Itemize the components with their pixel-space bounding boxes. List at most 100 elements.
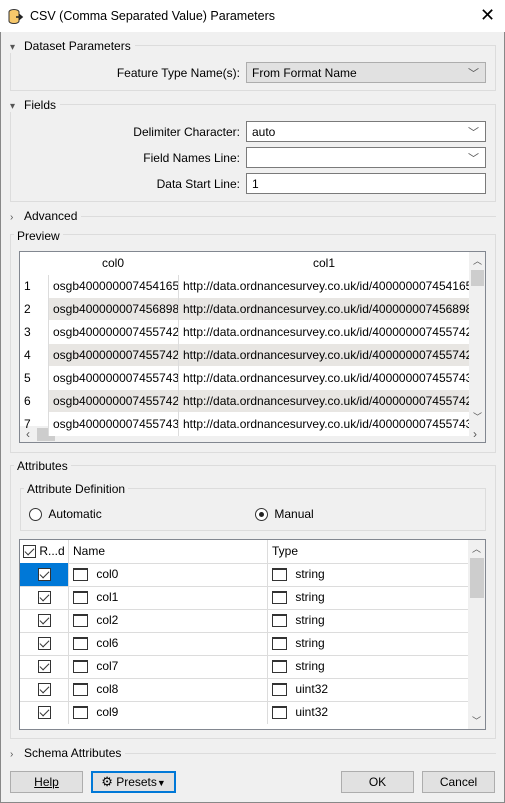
checkbox-checked-icon[interactable] xyxy=(38,660,51,674)
fields-header[interactable]: ▾ Fields xyxy=(10,98,61,112)
attribute-checkbox[interactable] xyxy=(20,586,69,609)
scroll-down-icon[interactable]: ﹀ xyxy=(473,410,482,423)
title-bar: CSV (Comma Separated Value) Parameters ✕ xyxy=(0,0,505,32)
attribute-checkbox[interactable] xyxy=(20,678,69,701)
attribute-name-cell[interactable]: col6 xyxy=(69,632,268,655)
attribute-name-cell[interactable]: col8 xyxy=(69,678,268,701)
help-button[interactable]: Help xyxy=(10,771,83,793)
divider xyxy=(120,753,496,754)
caret-down-icon: ▼ xyxy=(156,778,166,788)
data-start-input[interactable]: 1 xyxy=(246,173,486,194)
attribute-checkbox[interactable] xyxy=(20,609,69,632)
checkbox-checked-icon[interactable] xyxy=(23,545,36,559)
attribute-type-cell[interactable]: string xyxy=(268,609,468,632)
field-icon xyxy=(73,637,88,651)
radio-label: Manual xyxy=(274,507,314,521)
attribute-name: col0 xyxy=(96,567,119,581)
presets-button[interactable]: ⚙ Presets▼ xyxy=(91,771,176,793)
checkbox-checked-icon[interactable] xyxy=(38,683,51,697)
schema-attributes-header[interactable]: › Schema Attributes xyxy=(10,746,126,760)
scrollbar-thumb[interactable] xyxy=(471,270,484,286)
attribute-name: col9 xyxy=(96,705,119,719)
attribute-type-cell[interactable]: string xyxy=(268,655,468,678)
cell-col0: osgb4000000074557429 xyxy=(48,344,178,367)
close-icon[interactable]: ✕ xyxy=(480,5,495,26)
select-all-header[interactable]: R...d xyxy=(20,540,69,563)
chevron-right-icon: › xyxy=(10,749,14,760)
column-header[interactable]: col1 xyxy=(178,252,470,275)
section-label: Fields xyxy=(24,98,57,112)
combo-value: auto xyxy=(252,125,276,139)
type-icon xyxy=(272,683,287,697)
preview-table[interactable]: col0 col1 ︿ ﹀ ‹ › 1 osgb4000000074541653 h… xyxy=(19,251,486,443)
field-names-combo[interactable]: ﹀ xyxy=(246,147,486,168)
combo-value: From Format Name xyxy=(252,66,357,80)
feature-type-combo[interactable]: From Format Name ﹀ xyxy=(246,62,486,83)
vertical-scrollbar[interactable]: ︿ ﹀ xyxy=(469,252,485,426)
scroll-up-icon[interactable]: ︿ xyxy=(472,542,481,555)
divider xyxy=(75,216,496,217)
cancel-button[interactable]: Cancel xyxy=(422,771,495,793)
scroll-right-icon[interactable]: › xyxy=(473,427,477,441)
attribute-name-cell[interactable]: col1 xyxy=(69,586,268,609)
dataset-parameters-header[interactable]: ▾ Dataset Parameters xyxy=(10,39,135,53)
attribute-type-cell[interactable]: string xyxy=(268,563,468,586)
attribute-name-cell[interactable]: col2 xyxy=(69,609,268,632)
field-icon xyxy=(73,660,88,674)
attribute-type-cell[interactable]: uint32 xyxy=(268,701,468,724)
attribute-checkbox[interactable] xyxy=(20,655,69,678)
attribute-checkbox[interactable] xyxy=(20,701,69,724)
field-icon xyxy=(73,614,88,628)
attribute-type: uint32 xyxy=(295,705,329,719)
attribute-type: uint32 xyxy=(295,682,329,696)
cell-col0: osgb4000000074557431 xyxy=(48,367,178,390)
checkbox-checked-icon[interactable] xyxy=(38,706,51,720)
ok-button[interactable]: OK xyxy=(341,771,414,793)
attribute-type-cell[interactable]: string xyxy=(268,632,468,655)
attribute-checkbox[interactable] xyxy=(20,632,69,655)
checkbox-checked-icon[interactable] xyxy=(38,591,51,605)
row-number: 2 xyxy=(24,302,31,316)
attribute-name-cell[interactable]: col9 xyxy=(69,701,268,724)
row-number: 3 xyxy=(24,325,31,339)
vertical-scrollbar[interactable]: ︿ ﹀ xyxy=(468,540,485,729)
automatic-radio[interactable]: Automatic xyxy=(29,507,102,522)
chevron-down-icon: ﹀ xyxy=(468,153,479,165)
radio-label: Automatic xyxy=(48,507,102,521)
checkbox-checked-icon[interactable] xyxy=(38,637,51,651)
preview-header: Preview xyxy=(14,229,63,243)
column-header[interactable]: col0 xyxy=(48,252,178,275)
cell-col1: http://data.ordnancesurvey.co.uk/id/4000… xyxy=(178,298,469,321)
attribute-table[interactable]: R...d Name Type ︿ ﹀ col0 string col1 str… xyxy=(19,539,486,730)
field-icon xyxy=(73,591,88,605)
column-header[interactable]: Name xyxy=(69,540,268,563)
type-icon xyxy=(272,591,287,605)
chevron-down-icon: ▾ xyxy=(10,42,16,53)
type-icon xyxy=(272,706,287,720)
attribute-type-cell[interactable]: uint32 xyxy=(268,678,468,701)
scrollbar-thumb[interactable] xyxy=(470,558,484,598)
column-header[interactable]: Type xyxy=(268,540,468,563)
row-number: 1 xyxy=(24,279,31,293)
advanced-header[interactable]: › Advanced xyxy=(10,209,82,223)
manual-radio[interactable]: Manual xyxy=(255,507,314,522)
checkbox-checked-icon[interactable] xyxy=(38,614,51,628)
attribute-type-cell[interactable]: string xyxy=(268,586,468,609)
cell-col1: http://data.ordnancesurvey.co.uk/id/4000… xyxy=(178,367,469,390)
cell-col0: osgb4000000074541653 xyxy=(48,275,178,298)
attribute-name-cell[interactable]: col0 xyxy=(69,563,268,586)
delimiter-combo[interactable]: auto ﹀ xyxy=(246,121,486,142)
attribute-name: col7 xyxy=(96,659,119,673)
section-label: Schema Attributes xyxy=(24,746,122,760)
checkbox-checked-icon[interactable] xyxy=(38,568,51,582)
scroll-up-icon[interactable]: ︿ xyxy=(473,254,482,267)
window-title: CSV (Comma Separated Value) Parameters xyxy=(30,9,276,23)
attribute-checkbox[interactable] xyxy=(20,563,69,586)
cell-col1: http://data.ordnancesurvey.co.uk/id/4000… xyxy=(178,413,469,436)
cell-col0: osgb4000000074568983 xyxy=(48,298,178,321)
scroll-down-icon[interactable]: ﹀ xyxy=(472,714,481,727)
attribute-name-cell[interactable]: col7 xyxy=(69,655,268,678)
cell-col1: http://data.ordnancesurvey.co.uk/id/4000… xyxy=(178,321,469,344)
attribute-name: col2 xyxy=(96,613,119,627)
row-number: 4 xyxy=(24,348,31,362)
